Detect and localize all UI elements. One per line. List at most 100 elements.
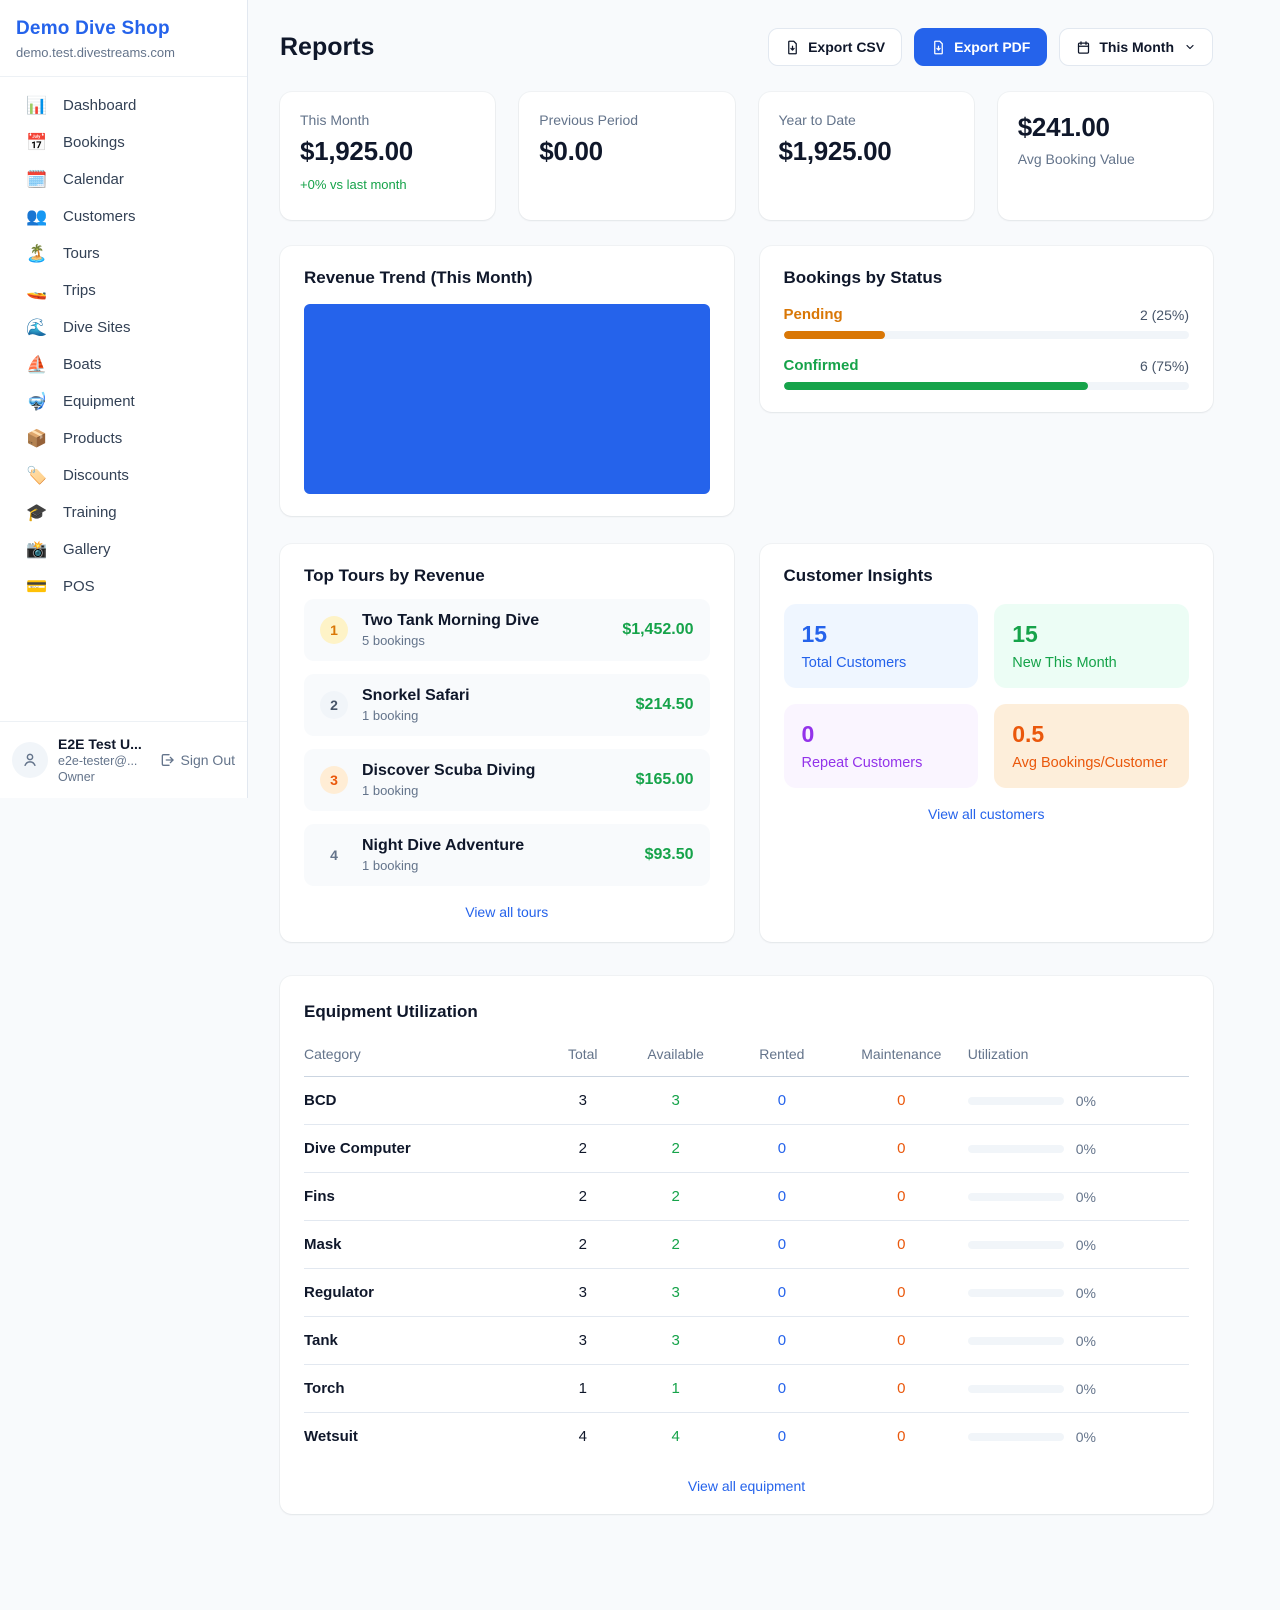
sidebar-item-label: Trips	[63, 282, 96, 299]
status-count: 2 (25%)	[1140, 307, 1189, 323]
revenue-trend-chart	[304, 304, 710, 494]
col-header-utilization: Utilization	[968, 1038, 1189, 1077]
file-download-icon	[785, 40, 800, 55]
user-email: e2e-tester@...	[58, 754, 142, 768]
tour-bookings: 1 booking	[362, 708, 470, 723]
file-download-icon	[931, 40, 946, 55]
tour-row: 2 Snorkel Safari 1 booking $214.50	[304, 674, 710, 736]
spiral-calendar-icon: 🗓️	[26, 171, 48, 188]
table-row: Wetsuit 4 4 0 0 0%	[304, 1413, 1189, 1461]
sidebar-item-trips[interactable]: 🚤 Trips	[0, 272, 247, 309]
insight-avg-bookings-per-customer: 0.5 Avg Bookings/Customer	[994, 704, 1189, 788]
stat-card-year-to-date: Year to Date $1,925.00	[759, 92, 974, 220]
sidebar-item-label: Training	[63, 504, 117, 521]
bookings-by-status-card: Bookings by Status Pending 2 (25%) Confi…	[760, 246, 1214, 412]
table-row: BCD 3 3 0 0 0%	[304, 1077, 1189, 1125]
status-row-pending: Pending 2 (25%)	[784, 306, 1190, 339]
tour-name: Night Dive Adventure	[362, 837, 524, 855]
export-pdf-button[interactable]: Export PDF	[914, 28, 1047, 66]
rank-badge: 3	[320, 766, 348, 794]
calendar-icon	[1076, 40, 1091, 55]
tour-amount: $1,452.00	[622, 621, 693, 639]
insight-new-this-month: 15 New This Month	[994, 604, 1189, 688]
tour-row: 3 Discover Scuba Diving 1 booking $165.0…	[304, 749, 710, 811]
table-row: Mask 2 2 0 0 0%	[304, 1221, 1189, 1269]
sidebar-item-bookings[interactable]: 📅 Bookings	[0, 124, 247, 161]
equipment-table: Category Total Available Rented Maintena…	[304, 1038, 1189, 1460]
bookings-by-status-title: Bookings by Status	[784, 268, 1190, 288]
sidebar-item-dive-sites[interactable]: 🌊 Dive Sites	[0, 309, 247, 346]
page-title: Reports	[280, 33, 374, 62]
sidebar-item-calendar[interactable]: 🗓️ Calendar	[0, 161, 247, 198]
sidebar-item-label: POS	[63, 578, 95, 595]
status-count: 6 (75%)	[1140, 358, 1189, 374]
main-content: Reports Export CSV Export PDF	[248, 0, 1280, 1554]
tour-name: Discover Scuba Diving	[362, 762, 535, 780]
tour-bookings: 5 bookings	[362, 633, 539, 648]
sidebar-item-label: Gallery	[63, 541, 111, 558]
package-icon: 📦	[26, 430, 48, 447]
export-csv-button[interactable]: Export CSV	[768, 28, 902, 66]
stat-label: Year to Date	[779, 112, 954, 128]
rank-badge: 2	[320, 691, 348, 719]
diving-mask-icon: 🤿	[26, 393, 48, 410]
col-header-category: Category	[304, 1038, 543, 1077]
sign-out-button[interactable]: Sign Out	[159, 752, 235, 768]
sidebar-item-label: Customers	[63, 208, 136, 225]
sidebar-item-dashboard[interactable]: 📊 Dashboard	[0, 87, 247, 124]
sidebar-item-training[interactable]: 🎓 Training	[0, 494, 247, 531]
top-tours-card: Top Tours by Revenue 1 Two Tank Morning …	[280, 544, 734, 942]
sidebar-item-equipment[interactable]: 🤿 Equipment	[0, 383, 247, 420]
status-bar-fill	[784, 331, 885, 339]
status-bar-track	[784, 331, 1190, 339]
view-all-equipment-link[interactable]: View all equipment	[304, 1478, 1189, 1494]
utilization-bar	[968, 1433, 1064, 1441]
sidebar-item-label: Dive Sites	[63, 319, 131, 336]
view-all-tours-link[interactable]: View all tours	[304, 904, 710, 920]
stat-card-avg-booking-value: $241.00 Avg Booking Value	[998, 92, 1213, 220]
stat-value: $0.00	[539, 136, 714, 167]
sidebar-item-discounts[interactable]: 🏷️ Discounts	[0, 457, 247, 494]
speedboat-icon: 🚤	[26, 282, 48, 299]
calendar-icon: 📅	[26, 134, 48, 151]
sign-out-label: Sign Out	[181, 752, 235, 768]
sidebar-item-gallery[interactable]: 📸 Gallery	[0, 531, 247, 568]
stat-trend-note: +0% vs last month	[300, 177, 475, 192]
sidebar-item-boats[interactable]: ⛵ Boats	[0, 346, 247, 383]
utilization-bar	[968, 1385, 1064, 1393]
island-icon: 🏝️	[26, 245, 48, 262]
tour-row: 1 Two Tank Morning Dive 5 bookings $1,45…	[304, 599, 710, 661]
period-dropdown[interactable]: This Month	[1059, 28, 1213, 66]
tour-amount: $165.00	[636, 771, 694, 789]
tour-bookings: 1 booking	[362, 783, 535, 798]
insight-label: New This Month	[1012, 655, 1171, 671]
brand-name: Demo Dive Shop	[16, 18, 231, 40]
sidebar-item-products[interactable]: 📦 Products	[0, 420, 247, 457]
stat-value: $1,925.00	[300, 136, 475, 167]
status-bar-fill	[784, 382, 1088, 390]
insight-label: Avg Bookings/Customer	[1012, 755, 1171, 771]
sidebar-item-customers[interactable]: 👥 Customers	[0, 198, 247, 235]
stat-card-previous-period: Previous Period $0.00	[519, 92, 734, 220]
col-header-maintenance: Maintenance	[835, 1038, 968, 1077]
sidebar-item-tours[interactable]: 🏝️ Tours	[0, 235, 247, 272]
utilization-bar	[968, 1097, 1064, 1105]
stat-value: $1,925.00	[779, 136, 954, 167]
utilization-bar	[968, 1337, 1064, 1345]
table-row: Tank 3 3 0 0 0%	[304, 1317, 1189, 1365]
tour-amount: $93.50	[645, 846, 694, 864]
sidebar-item-pos[interactable]: 💳 POS	[0, 568, 247, 605]
bar-chart-icon: 📊	[26, 97, 48, 114]
sidebar-item-label: Tours	[63, 245, 100, 262]
sailboat-icon: ⛵	[26, 356, 48, 373]
view-all-customers-link[interactable]: View all customers	[784, 806, 1190, 822]
rank-badge: 4	[320, 841, 348, 869]
camera-icon: 📸	[26, 541, 48, 558]
insight-value: 15	[802, 621, 961, 648]
col-header-rented: Rented	[729, 1038, 835, 1077]
table-row: Fins 2 2 0 0 0%	[304, 1173, 1189, 1221]
customer-insights-card: Customer Insights 15 Total Customers 15 …	[760, 544, 1214, 942]
top-tours-title: Top Tours by Revenue	[304, 566, 710, 586]
sidebar-item-label: Boats	[63, 356, 101, 373]
brand-block[interactable]: Demo Dive Shop demo.test.divestreams.com	[0, 0, 247, 77]
